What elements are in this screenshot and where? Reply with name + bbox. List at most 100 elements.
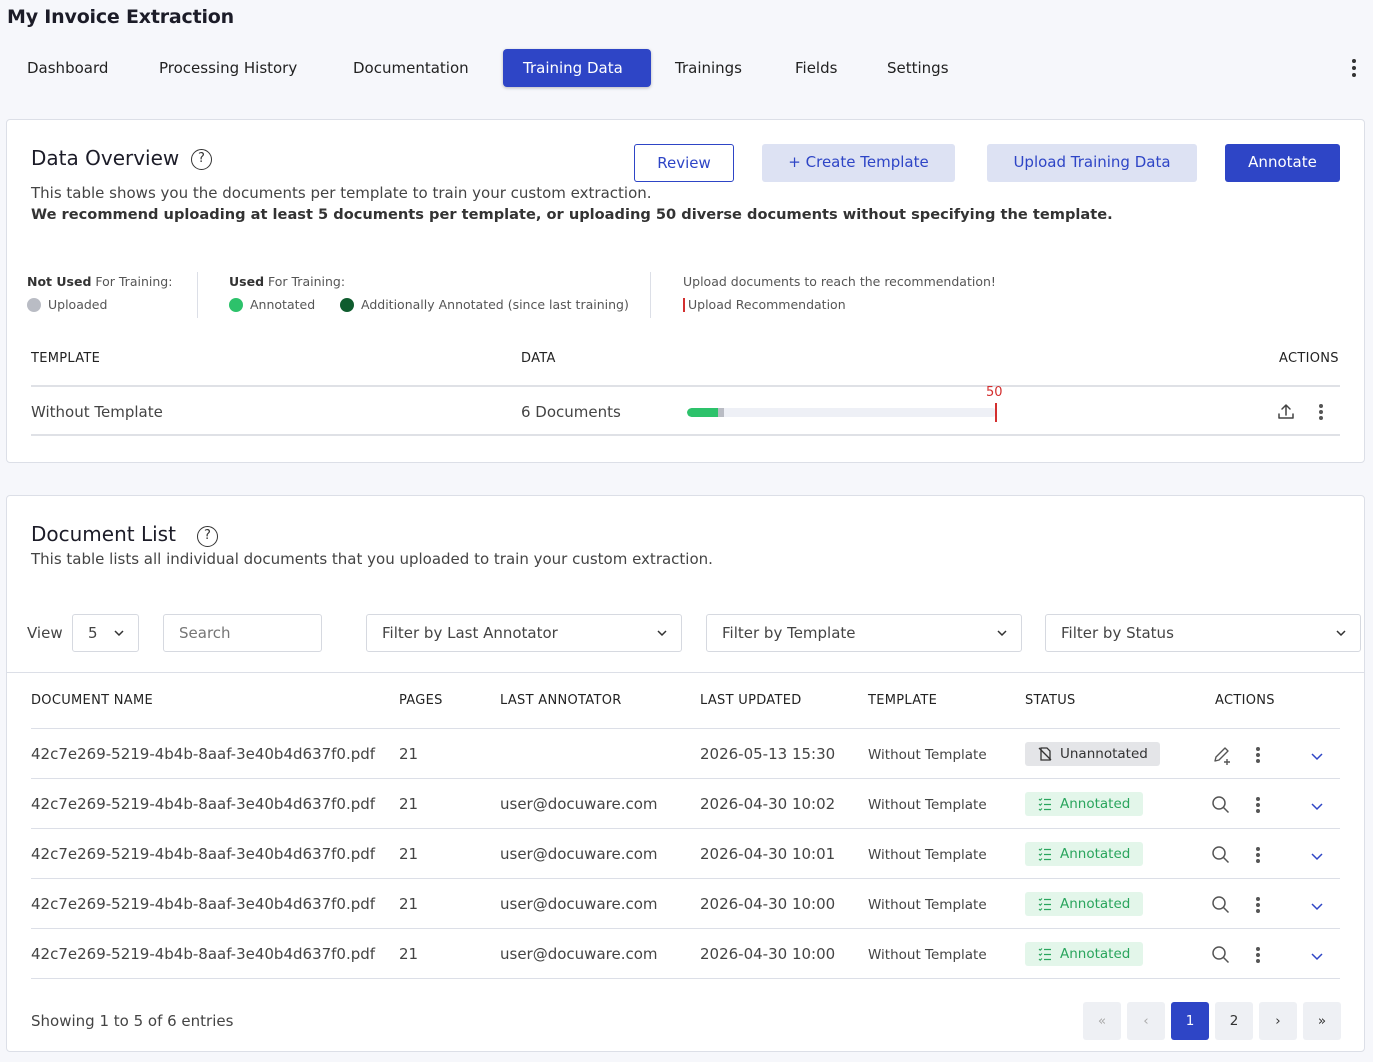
training-progress-bar: [687, 408, 997, 417]
template-doc-count: 6 Documents: [521, 403, 621, 421]
additionally-annotated-dot-icon: [340, 298, 354, 312]
col-actions-header: ACTIONS: [1279, 351, 1339, 366]
chevron-down-icon[interactable]: [1310, 899, 1324, 913]
annotator-cell: user@docuware.com: [500, 845, 658, 863]
more-vertical-icon[interactable]: [1250, 845, 1266, 865]
legend-uploaded: Uploaded: [27, 297, 107, 312]
overview-description: This table shows you the documents per t…: [31, 184, 652, 202]
checklist-icon: [1038, 848, 1051, 861]
template-cell: Without Template: [868, 847, 987, 863]
col-status-header[interactable]: STATUS: [1025, 693, 1076, 708]
col-last-updated-header[interactable]: LAST UPDATED: [700, 693, 802, 708]
tab-processing-history[interactable]: Processing History: [139, 49, 311, 87]
more-vertical-icon[interactable]: [1250, 895, 1266, 915]
chevron-down-icon[interactable]: [1310, 949, 1324, 963]
search-icon[interactable]: [1211, 945, 1231, 965]
col-template-header: TEMPLATE: [31, 351, 101, 366]
tab-training-data[interactable]: Training Data: [503, 49, 651, 87]
chevron-down-icon[interactable]: [1310, 799, 1324, 813]
template-cell: Without Template: [868, 947, 987, 963]
app-title: My Invoice Extraction: [7, 6, 234, 28]
checklist-icon: [1038, 798, 1051, 811]
filter-template-select[interactable]: Filter by Template: [706, 614, 1022, 652]
tab-trainings[interactable]: Trainings: [655, 49, 755, 87]
col-template-header[interactable]: TEMPLATE: [868, 693, 937, 708]
document-name-cell[interactable]: 42c7e269-5219-4b4b-8aaf-3e40b4d637f0.pdf: [31, 945, 375, 963]
pagination-last-button[interactable]: »: [1303, 1002, 1341, 1040]
uploaded-dot-icon: [27, 298, 41, 312]
updated-cell: 2026-04-30 10:02: [700, 795, 836, 813]
legend-used-heading: Used For Training:: [229, 274, 346, 289]
help-icon[interactable]: ?: [197, 526, 218, 547]
search-input[interactable]: [163, 614, 322, 652]
overview-recommendation: We recommend uploading at least 5 docume…: [31, 206, 1113, 223]
progress-annotated-fill: [687, 408, 718, 417]
template-name-cell: Without Template: [31, 403, 163, 421]
legend-annotated: Annotated: [229, 297, 315, 312]
review-button[interactable]: Review: [634, 144, 734, 182]
col-last-annotator-header[interactable]: LAST ANNOTATOR: [500, 693, 622, 708]
document-name-cell[interactable]: 42c7e269-5219-4b4b-8aaf-3e40b4d637f0.pdf: [31, 845, 375, 863]
more-vertical-icon[interactable]: [1344, 56, 1364, 80]
annotator-cell: user@docuware.com: [500, 795, 658, 813]
upload-icon[interactable]: [1276, 402, 1296, 422]
page-size-select[interactable]: 5: [72, 614, 139, 652]
search-icon[interactable]: [1211, 795, 1231, 815]
chevron-down-icon[interactable]: [1310, 849, 1324, 863]
view-label: View: [27, 624, 63, 642]
chevron-down-icon: [997, 630, 1007, 637]
pagination-next-button[interactable]: ›: [1259, 1002, 1297, 1040]
pages-cell: 21: [399, 895, 419, 913]
updated-cell: 2026-04-30 10:00: [700, 895, 836, 913]
tab-fields[interactable]: Fields: [775, 49, 855, 87]
legend-upload-hint: Upload documents to reach the recommenda…: [683, 274, 996, 289]
recommendation-value: 50: [986, 385, 1003, 400]
document-name-cell[interactable]: 42c7e269-5219-4b4b-8aaf-3e40b4d637f0.pdf: [31, 795, 375, 813]
tab-settings[interactable]: Settings: [867, 49, 967, 87]
file-off-icon: [1038, 747, 1052, 761]
tab-dashboard[interactable]: Dashboard: [7, 49, 133, 87]
status-badge: Annotated: [1025, 892, 1143, 916]
help-icon[interactable]: ?: [191, 149, 212, 170]
template-cell: Without Template: [868, 897, 987, 913]
document-name-cell[interactable]: 42c7e269-5219-4b4b-8aaf-3e40b4d637f0.pdf: [31, 895, 375, 913]
chevron-down-icon[interactable]: [1310, 749, 1324, 763]
document-name-cell[interactable]: 42c7e269-5219-4b4b-8aaf-3e40b4d637f0.pdf: [31, 745, 375, 763]
pagination-prev-button[interactable]: ‹: [1127, 1002, 1165, 1040]
more-vertical-icon[interactable]: [1250, 745, 1266, 765]
pagination-page-2[interactable]: 2: [1215, 1002, 1253, 1040]
more-vertical-icon[interactable]: [1250, 795, 1266, 815]
chevron-down-icon: [657, 630, 667, 637]
col-actions-header: ACTIONS: [1215, 693, 1275, 708]
data-overview-card: Data Overview ? Review + Create Template…: [6, 119, 1365, 463]
upload-training-data-button[interactable]: Upload Training Data: [987, 144, 1197, 182]
more-vertical-icon[interactable]: [1250, 945, 1266, 965]
search-icon[interactable]: [1211, 845, 1231, 865]
document-list-title: Document List: [31, 522, 176, 546]
edit-annotate-icon[interactable]: [1211, 745, 1233, 767]
col-pages-header[interactable]: PAGES: [399, 693, 443, 708]
annotate-button[interactable]: Annotate: [1225, 144, 1340, 182]
more-vertical-icon[interactable]: [1313, 402, 1329, 422]
checklist-icon: [1038, 898, 1051, 911]
col-data-header: DATA: [521, 351, 556, 366]
status-badge: Annotated: [1025, 942, 1143, 966]
document-list-description: This table lists all individual document…: [31, 550, 713, 568]
legend-additionally-annotated: Additionally Annotated (since last train…: [340, 297, 629, 312]
template-cell: Without Template: [868, 747, 987, 763]
annotator-cell: user@docuware.com: [500, 895, 658, 913]
updated-cell: 2026-05-13 15:30: [700, 745, 836, 763]
create-template-button[interactable]: + Create Template: [762, 144, 955, 182]
chevron-down-icon: [114, 630, 124, 637]
annotated-dot-icon: [229, 298, 243, 312]
search-icon[interactable]: [1211, 895, 1231, 915]
status-badge: Annotated: [1025, 842, 1143, 866]
recommendation-line: [995, 403, 997, 422]
pagination-page-1[interactable]: 1: [1171, 1002, 1209, 1040]
status-badge: Annotated: [1025, 792, 1143, 816]
pagination-first-button[interactable]: «: [1083, 1002, 1121, 1040]
filter-annotator-select[interactable]: Filter by Last Annotator: [366, 614, 682, 652]
col-document-name-header[interactable]: DOCUMENT NAME: [31, 693, 153, 708]
filter-status-select[interactable]: Filter by Status: [1045, 614, 1361, 652]
tab-documentation[interactable]: Documentation: [333, 49, 483, 87]
